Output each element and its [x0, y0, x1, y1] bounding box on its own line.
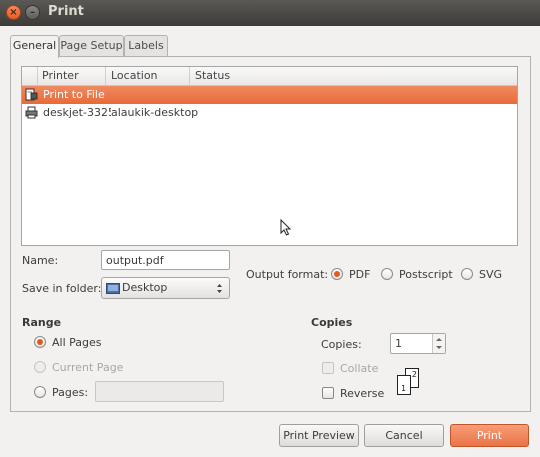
pages-label[interactable]: Pages:: [52, 386, 88, 399]
cancel-button[interactable]: Cancel: [364, 424, 444, 447]
copies-stepper[interactable]: [432, 334, 445, 353]
range-heading: Range: [22, 316, 62, 329]
combo-arrows-icon: [217, 284, 222, 293]
format-svg-radio[interactable]: [461, 268, 473, 280]
title-bar: × – Print: [0, 0, 540, 26]
save-in-folder-combo[interactable]: Desktop: [101, 277, 230, 299]
name-label: Name:: [22, 254, 59, 267]
copies-heading: Copies: [311, 316, 353, 329]
column-header-printer[interactable]: Printer: [37, 67, 106, 85]
printer-icon: [25, 106, 38, 119]
format-svg-label[interactable]: SVG: [479, 268, 502, 281]
printer-status: [190, 86, 495, 104]
preview-page-front: 1: [397, 375, 411, 395]
stepper-arrows-icon: [436, 338, 442, 349]
tab-general[interactable]: General: [10, 35, 59, 58]
print-button[interactable]: Print: [450, 424, 529, 447]
pages-radio[interactable]: [34, 386, 46, 398]
all-pages-radio[interactable]: [34, 336, 46, 348]
copies-spinbutton[interactable]: 1: [390, 333, 446, 354]
print-dialog: × – Print General Page Setup Labels Prin…: [0, 0, 540, 457]
window-title: Print: [48, 4, 84, 19]
printer-row-deskjet[interactable]: deskjet-3325 alaukik-desktop: [22, 104, 517, 122]
reverse-label[interactable]: Reverse: [340, 387, 384, 400]
current-page-radio[interactable]: [34, 361, 46, 373]
copies-value: 1: [395, 337, 402, 350]
printer-row-print-to-file[interactable]: Print to File: [22, 86, 517, 104]
printer-name: Print to File: [43, 88, 105, 101]
folder-name: Desktop: [122, 281, 168, 294]
tab-page-setup[interactable]: Page Setup: [59, 35, 124, 56]
collate-label[interactable]: Collate: [340, 362, 378, 375]
file-printer-icon: [25, 88, 38, 101]
copies-label: Copies:: [321, 338, 362, 351]
printer-status: [190, 104, 495, 122]
column-header-status[interactable]: Status: [190, 67, 516, 85]
collate-checkbox[interactable]: [322, 362, 334, 374]
minimize-window-button[interactable]: –: [25, 5, 40, 20]
preview-page-number: 1: [401, 384, 407, 393]
printer-list-header: Printer Location Status: [22, 67, 517, 86]
column-header-location[interactable]: Location: [106, 67, 190, 85]
preview-page-number: 2: [411, 370, 417, 379]
format-postscript-radio[interactable]: [381, 268, 393, 280]
all-pages-label[interactable]: All Pages: [52, 336, 102, 349]
tab-labels[interactable]: Labels: [124, 35, 168, 56]
file-name-input[interactable]: output.pdf: [101, 250, 230, 270]
current-page-label[interactable]: Current Page: [52, 361, 123, 374]
reverse-checkbox[interactable]: [322, 387, 334, 399]
format-pdf-label[interactable]: PDF: [349, 268, 370, 281]
print-preview-button[interactable]: Print Preview: [279, 424, 359, 447]
close-window-button[interactable]: ×: [6, 5, 21, 20]
format-pdf-radio[interactable]: [331, 268, 343, 280]
save-in-folder-label: Save in folder:: [22, 282, 102, 295]
pages-input[interactable]: [95, 381, 224, 402]
mouse-pointer-icon: [280, 219, 292, 236]
output-format-label: Output format:: [246, 268, 329, 281]
printer-name: deskjet-3325: [43, 106, 111, 119]
printer-location: alaukik-desktop: [111, 106, 199, 119]
printer-location: [106, 86, 189, 104]
icon-column-header: [22, 67, 38, 85]
format-postscript-label[interactable]: Postscript: [399, 268, 453, 281]
folder-icon: [106, 283, 120, 294]
printer-list[interactable]: Printer Location Status Print to File de…: [21, 66, 518, 246]
